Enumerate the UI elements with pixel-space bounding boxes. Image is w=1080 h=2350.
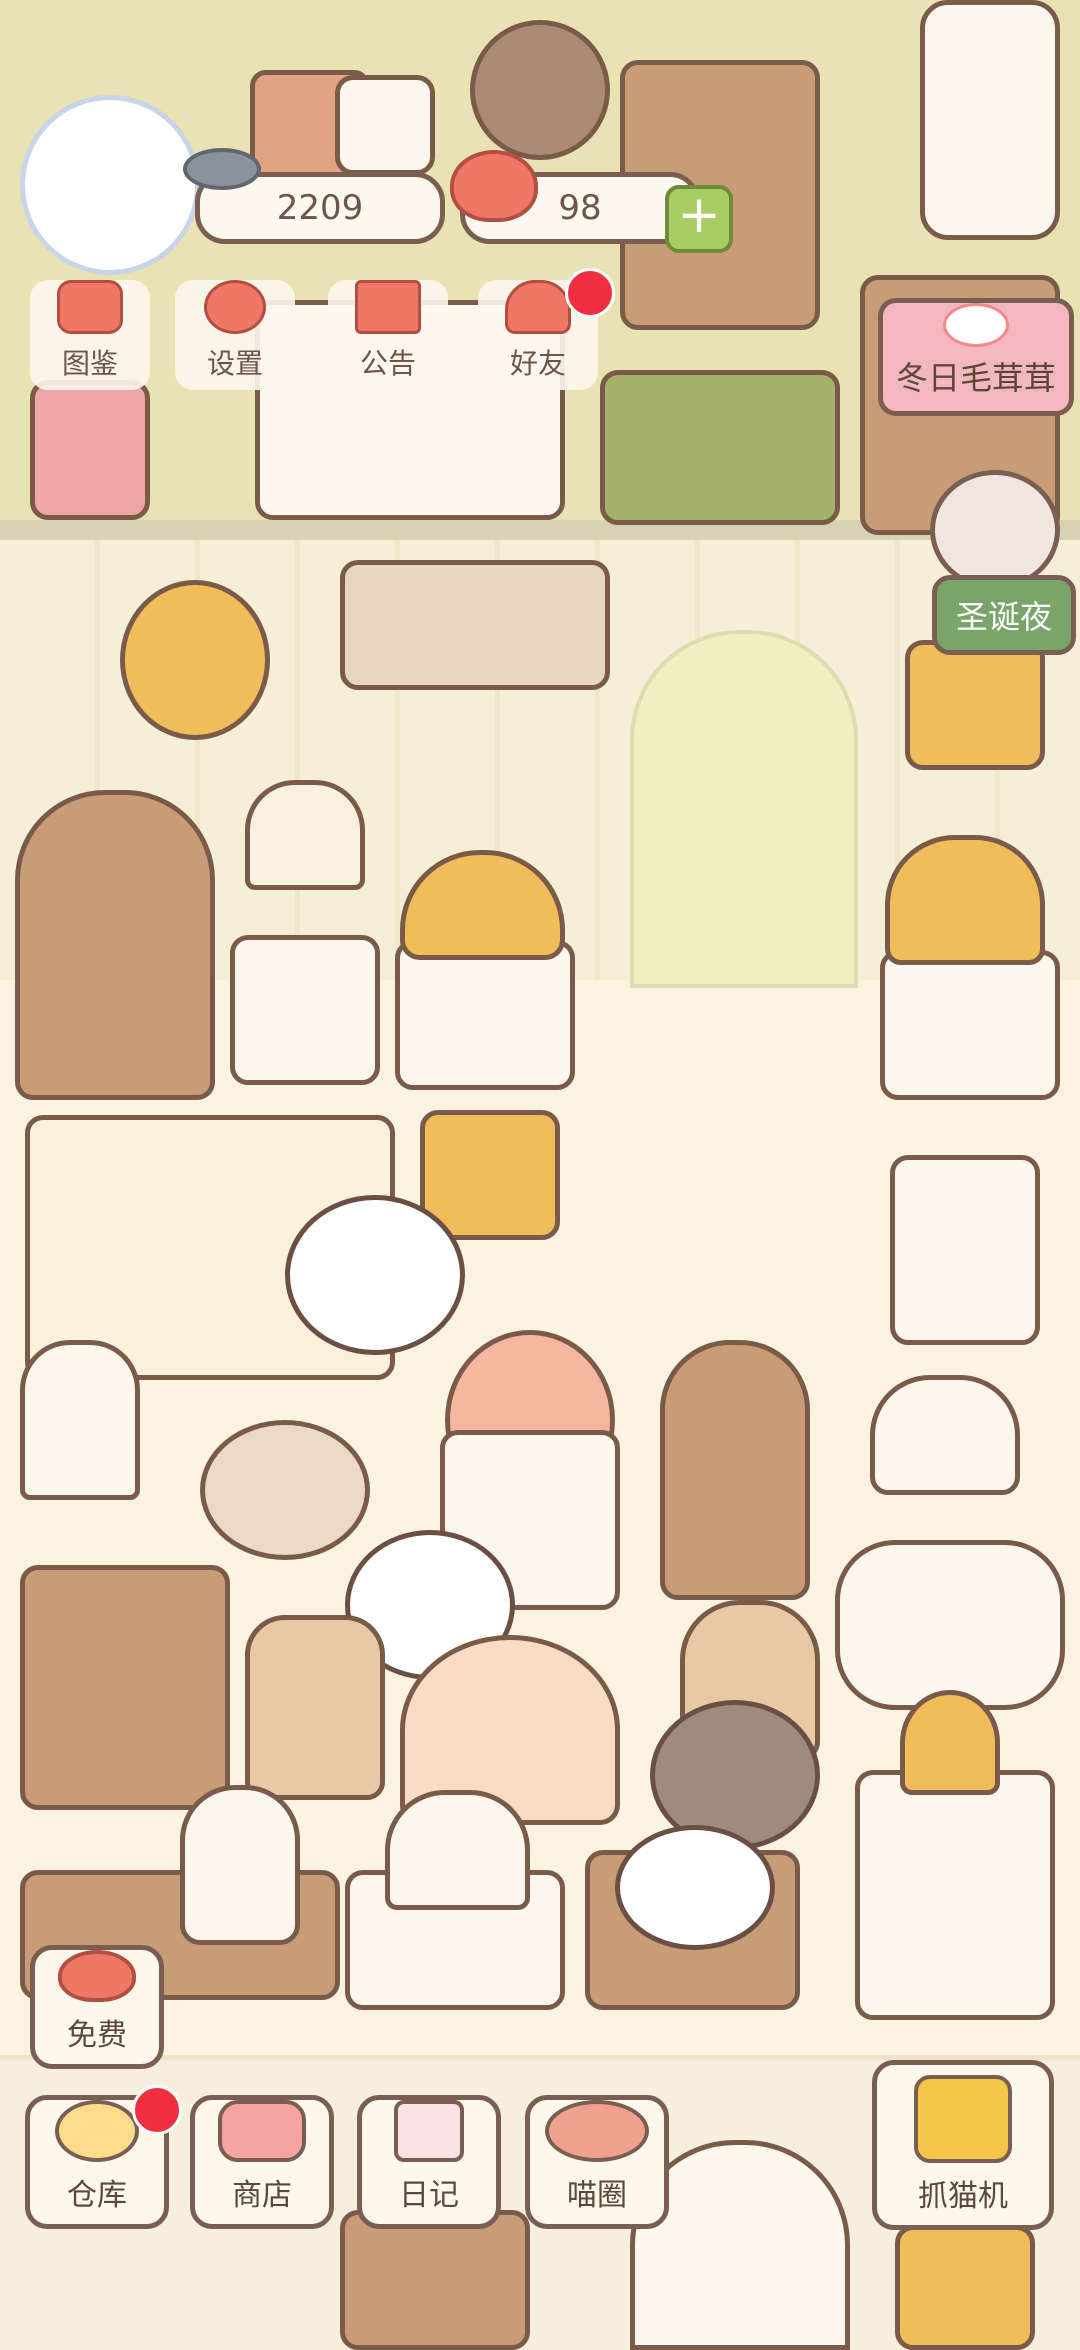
vanity-table[interactable] <box>395 940 575 1090</box>
diary-icon <box>394 2100 464 2162</box>
warehouse-icon <box>55 2100 139 2162</box>
camera-box[interactable] <box>895 2225 1035 2350</box>
winter-fluffy-event-button[interactable]: 冬日毛茸茸 <box>878 298 1074 416</box>
sink-mirror[interactable] <box>885 835 1045 965</box>
flower-painting[interactable] <box>905 640 1045 770</box>
kitchen-utensil-rack[interactable] <box>340 560 610 690</box>
round-stool[interactable] <box>470 20 610 160</box>
bulletin-board[interactable] <box>340 2210 530 2350</box>
fish-count: 2209 <box>276 188 364 228</box>
heart-icon <box>58 1950 136 2002</box>
friend-icon <box>505 280 571 334</box>
nav-diary-label: 日记 <box>399 2178 459 2213</box>
friends-notification-dot <box>565 268 615 318</box>
nav-shop-button[interactable]: 商店 <box>190 2095 334 2229</box>
sink-cabinet[interactable] <box>880 950 1060 1100</box>
menu-friends-label: 好友 <box>509 347 566 380</box>
lantern[interactable] <box>900 1690 1000 1795</box>
winter-event-label: 冬日毛茸茸 <box>895 359 1056 397</box>
menu-notice-label: 公告 <box>359 347 416 380</box>
round-candle-table[interactable] <box>835 1540 1065 1710</box>
menu-settings-button[interactable]: 设置 <box>175 280 295 390</box>
air-purifier[interactable] <box>920 0 1060 240</box>
coffee-machine[interactable] <box>890 1155 1040 1345</box>
arched-doorway <box>630 630 858 988</box>
cake-dome[interactable] <box>385 1790 530 1910</box>
floor-lamp[interactable] <box>20 1340 140 1500</box>
free-reward-button[interactable]: 免费 <box>30 1945 164 2069</box>
nightstand-lamp[interactable] <box>230 935 380 1085</box>
warehouse-notification-dot <box>132 2085 182 2135</box>
gear-icon <box>204 280 266 334</box>
christmas-event-label: 圣诞夜 <box>955 598 1052 636</box>
potted-plant[interactable] <box>335 75 435 175</box>
nav-cat-circle-label: 喵圈 <box>567 2178 627 2213</box>
nav-warehouse-label: 仓库 <box>67 2178 127 2213</box>
add-hearts-plus-icon[interactable]: + <box>665 185 733 253</box>
captain-hat-stool[interactable] <box>870 1375 1020 1495</box>
santa-cat-icon <box>930 470 1060 590</box>
lamp-shade[interactable] <box>245 780 365 890</box>
grandfather-clock[interactable] <box>660 1340 810 1600</box>
white-dresser[interactable] <box>855 1770 1055 2020</box>
nav-diary-button[interactable]: 日记 <box>357 2095 501 2229</box>
claw-machine-label: 抓猫机 <box>918 2179 1008 2214</box>
sleeping-white-cat[interactable] <box>615 1825 775 1950</box>
candy-jar[interactable] <box>180 1785 300 1945</box>
nav-cat-circle-button[interactable]: 喵圈 <box>525 2095 669 2229</box>
nav-shop-label: 商店 <box>232 2178 292 2213</box>
gift-icon <box>355 280 421 334</box>
free-label: 免费 <box>67 2018 127 2053</box>
wardrobe[interactable] <box>15 790 215 1100</box>
heart-icon <box>450 150 538 222</box>
paw-icon <box>943 303 1009 347</box>
round-mirror[interactable] <box>120 580 270 740</box>
pink-bag[interactable] <box>30 380 150 520</box>
menu-collection-button[interactable]: 图鉴 <box>30 280 150 390</box>
armchair[interactable] <box>245 1615 385 1800</box>
player-avatar[interactable] <box>20 95 200 275</box>
fish-icon <box>183 148 261 190</box>
coffee-cup[interactable] <box>200 1420 370 1560</box>
cat-circle-icon <box>545 2100 649 2162</box>
white-cat-with-beret[interactable] <box>285 1195 465 1355</box>
heart-count: 98 <box>558 188 602 228</box>
menu-notice-button[interactable]: 公告 <box>328 280 448 390</box>
cat-book-icon <box>57 280 123 334</box>
menu-settings-label: 设置 <box>206 347 263 380</box>
bread-cabinet[interactable] <box>20 1565 230 1810</box>
claw-machine-button[interactable]: 抓猫机 <box>872 2060 1054 2230</box>
christmas-eve-event-button[interactable]: 圣诞夜 <box>932 575 1076 655</box>
claw-icon <box>914 2075 1012 2163</box>
menu-collection-label: 图鉴 <box>61 347 118 380</box>
panda-rug[interactable] <box>600 370 840 525</box>
shop-icon <box>218 2100 306 2162</box>
